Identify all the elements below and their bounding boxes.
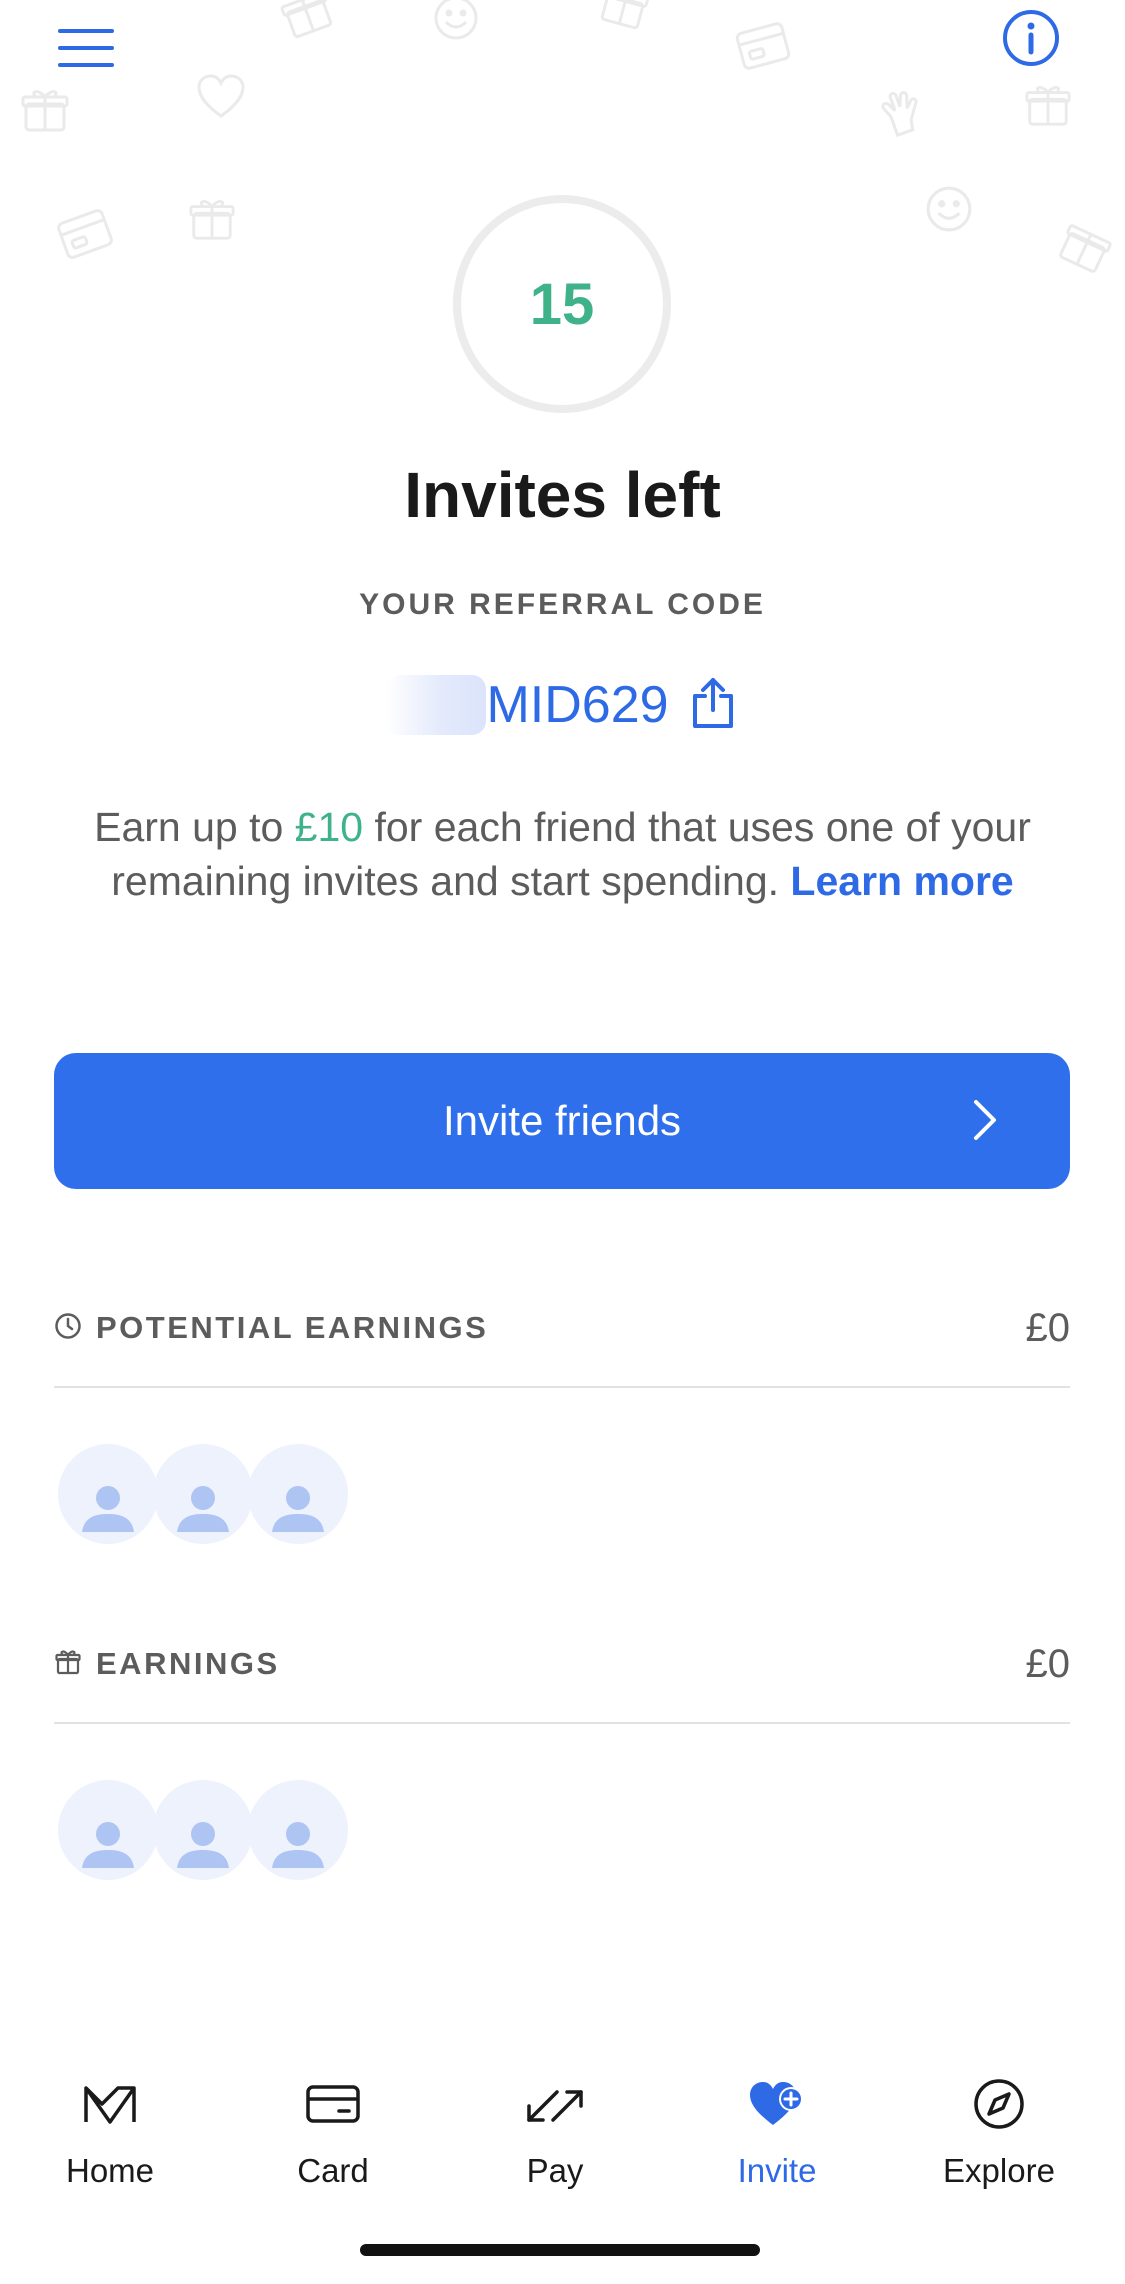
invites-counter-ring: 15 xyxy=(453,195,671,413)
person-icon xyxy=(82,1822,134,1868)
monzo-logo-icon xyxy=(82,2074,138,2134)
page-title: Invites left xyxy=(404,459,721,531)
earnings-header: EARNINGS £0 xyxy=(54,1634,1070,1694)
potential-invitees-avatars xyxy=(58,1444,348,1544)
avatar-placeholder xyxy=(248,1780,348,1880)
description-text: Earn up to xyxy=(94,804,295,850)
learn-more-link[interactable]: Learn more xyxy=(790,858,1013,904)
tab-invite[interactable]: Invite xyxy=(687,2060,867,2210)
tab-explore[interactable]: Explore xyxy=(909,2060,1089,2210)
gift-doodle-icon xyxy=(595,0,654,35)
reward-amount: £10 xyxy=(294,804,364,850)
person-icon xyxy=(82,1486,134,1532)
compass-icon xyxy=(972,2074,1026,2134)
divider xyxy=(54,1386,1070,1388)
avatar-placeholder xyxy=(153,1444,253,1544)
hand-doodle-icon xyxy=(873,82,933,143)
bottom-tab-bar: Home Card Pay Invite Explore xyxy=(0,2060,1125,2210)
tab-label: Pay xyxy=(526,2152,584,2189)
gift-doodle-icon xyxy=(1052,214,1118,280)
earned-invitees-avatars xyxy=(58,1780,348,1880)
hamburger-menu-icon xyxy=(57,27,115,74)
heart-plus-icon xyxy=(747,2074,807,2134)
tab-card[interactable]: Card xyxy=(243,2060,423,2210)
info-icon xyxy=(1001,8,1061,73)
tab-label: Invite xyxy=(737,2152,817,2189)
gift-doodle-icon xyxy=(20,86,70,136)
home-indicator xyxy=(360,2244,760,2256)
tab-pay[interactable]: Pay xyxy=(465,2060,645,2210)
invite-friends-button[interactable]: Invite friends xyxy=(54,1053,1070,1189)
gift-doodle-icon xyxy=(188,196,236,244)
gift-icon xyxy=(54,1648,82,1681)
tab-label: Explore xyxy=(943,2152,1055,2189)
referral-description: Earn up to £10 for each friend that uses… xyxy=(55,800,1070,908)
earnings-value: £0 xyxy=(1025,1641,1071,1686)
avatar-placeholder xyxy=(58,1444,158,1544)
card-doodle-icon xyxy=(51,202,118,266)
tab-home[interactable]: Home xyxy=(20,2060,200,2210)
avatar-placeholder xyxy=(153,1780,253,1880)
gift-doodle-icon xyxy=(275,0,339,45)
tab-label: Home xyxy=(65,2152,155,2189)
potential-earnings-header: POTENTIAL EARNINGS £0 xyxy=(54,1298,1070,1358)
heart-doodle-icon xyxy=(196,74,246,120)
earnings-label: EARNINGS xyxy=(96,1646,280,1681)
gift-doodle-icon xyxy=(1024,82,1072,130)
share-icon[interactable] xyxy=(687,676,739,735)
smiley-doodle-icon xyxy=(924,184,974,234)
referral-code-row[interactable]: MID629 xyxy=(0,670,1125,740)
referral-code-label: YOUR REFERRAL CODE xyxy=(359,588,766,621)
menu-button[interactable] xyxy=(50,14,122,86)
tab-label: Card xyxy=(297,2152,369,2189)
transfer-arrows-icon xyxy=(523,2074,587,2134)
clock-icon xyxy=(54,1312,82,1345)
person-icon xyxy=(272,1822,324,1868)
chevron-right-icon xyxy=(972,1098,998,1147)
person-icon xyxy=(272,1486,324,1532)
smiley-doodle-icon xyxy=(432,0,480,42)
info-button[interactable] xyxy=(996,5,1066,75)
potential-earnings-value: £0 xyxy=(1025,1305,1071,1350)
invite-friends-label: Invite friends xyxy=(442,1097,682,1144)
potential-earnings-label: POTENTIAL EARNINGS xyxy=(96,1310,489,1345)
referral-code: MID629 xyxy=(486,676,669,734)
person-icon xyxy=(177,1822,229,1868)
avatar-placeholder xyxy=(248,1444,348,1544)
card-icon xyxy=(305,2074,361,2134)
invites-count: 15 xyxy=(529,271,595,337)
divider xyxy=(54,1722,1070,1724)
card-doodle-icon xyxy=(731,16,796,76)
referral-code-redaction xyxy=(386,675,487,735)
person-icon xyxy=(177,1486,229,1532)
avatar-placeholder xyxy=(58,1780,158,1880)
